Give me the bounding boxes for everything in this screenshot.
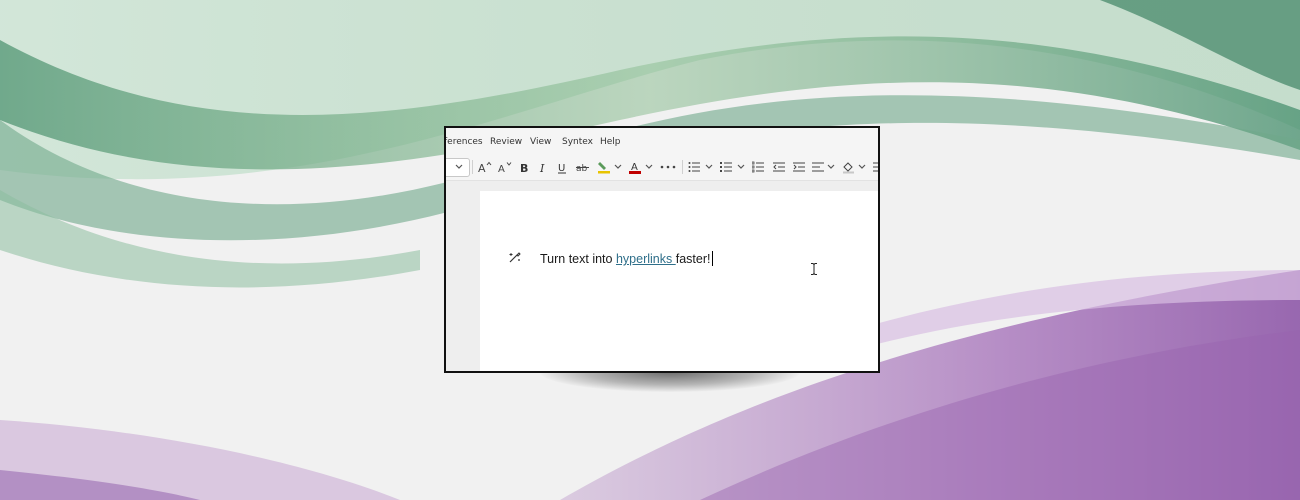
increase-font-size-icon[interactable]: A	[478, 159, 492, 175]
decrease-indent-icon[interactable]	[773, 159, 785, 175]
pen-sparkle-icon[interactable]	[508, 250, 522, 264]
font-color-icon[interactable]: A	[629, 159, 641, 175]
document-page[interactable]: Turn text into hyperlinks faster!	[480, 191, 878, 371]
svg-text:A: A	[478, 162, 486, 173]
svg-text:ab: ab	[576, 164, 588, 173]
font-size-dropdown[interactable]	[446, 158, 470, 177]
svg-text:B: B	[520, 162, 528, 173]
underline-icon[interactable]: U	[557, 159, 567, 175]
chevron-down-icon[interactable]	[736, 159, 746, 175]
menu-bar: ferences Review View Syntex Help	[446, 128, 878, 154]
word-app-window: ferences Review View Syntex Help A A B I…	[444, 126, 880, 373]
bullets-icon[interactable]	[688, 159, 700, 175]
shading-icon[interactable]	[842, 159, 855, 175]
chevron-down-icon	[455, 164, 463, 169]
menu-help[interactable]: Help	[600, 137, 621, 147]
highlight-icon[interactable]	[597, 159, 611, 175]
menu-view[interactable]: View	[530, 137, 551, 147]
menu-review[interactable]: Review	[490, 137, 522, 147]
decrease-font-size-icon[interactable]: A	[498, 159, 512, 175]
menu-references[interactable]: ferences	[446, 137, 483, 147]
increase-indent-icon[interactable]	[793, 159, 805, 175]
chevron-down-icon[interactable]	[704, 159, 714, 175]
svg-text:U: U	[558, 163, 565, 174]
ribbon-divider	[472, 160, 473, 174]
chevron-down-icon[interactable]	[857, 159, 867, 175]
overflow-icon[interactable]	[872, 159, 878, 175]
chevron-down-icon[interactable]	[613, 159, 623, 175]
ribbon-toolbar: A A B I U ab A	[446, 154, 878, 181]
document-text: faster!	[675, 252, 711, 266]
menu-syntex[interactable]: Syntex	[562, 137, 593, 147]
align-icon[interactable]	[812, 159, 824, 175]
document-text: Turn text into	[540, 252, 616, 266]
document-canvas: Turn text into hyperlinks faster!	[446, 181, 878, 371]
ribbon-divider	[682, 160, 683, 174]
i-beam-cursor-icon	[811, 263, 817, 275]
svg-text:I: I	[539, 162, 545, 173]
italic-icon[interactable]: I	[538, 159, 548, 175]
bold-icon[interactable]: B	[519, 159, 529, 175]
document-text-line[interactable]: Turn text into hyperlinks faster!	[540, 251, 714, 266]
text-cursor	[712, 251, 714, 266]
chevron-down-icon[interactable]	[644, 159, 654, 175]
chevron-down-icon[interactable]	[826, 159, 836, 175]
checklist-icon[interactable]	[752, 159, 764, 175]
hyperlink[interactable]: hyperlinks	[616, 252, 676, 266]
strikethrough-icon[interactable]: ab	[576, 159, 590, 175]
svg-text:A: A	[498, 164, 505, 173]
more-options-icon[interactable]	[660, 159, 676, 175]
numbering-icon[interactable]	[720, 159, 732, 175]
